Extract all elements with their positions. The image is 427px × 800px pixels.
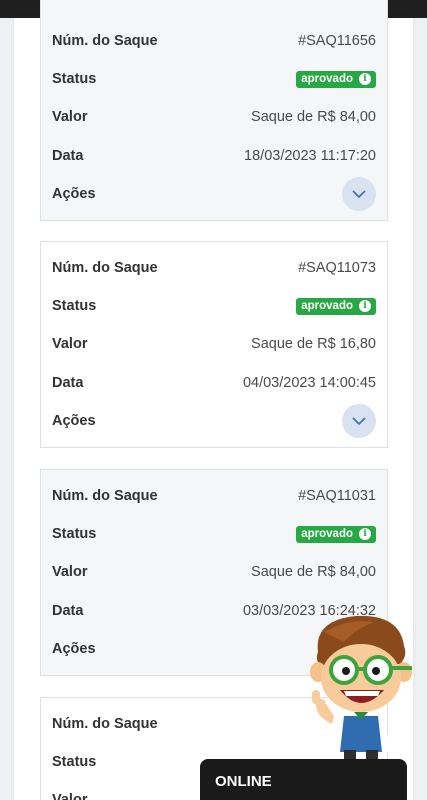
withdrawal-date: 04/03/2023 14:00:45 [242, 375, 376, 391]
status-badge[interactable]: aprovado i [296, 70, 376, 88]
expand-button[interactable] [342, 177, 376, 211]
status-badge[interactable]: aprovado i [296, 297, 376, 315]
withdrawal-id: #SAQ11073 [298, 260, 376, 276]
label-id: Núm. do Saque [52, 488, 158, 504]
row-id: Núm. do Saque #SAQ11031 [52, 486, 376, 506]
label-data: Data [52, 148, 84, 164]
label-acoes: Ações [52, 413, 96, 429]
row-status: Status aprovado i [52, 524, 376, 544]
mascot-assistant-icon[interactable] [304, 612, 416, 774]
label-valor: Valor [52, 564, 88, 580]
chevron-down-icon [352, 190, 366, 198]
withdrawal-amount: Saque de R$ 84,00 [251, 564, 376, 580]
info-icon: i [359, 300, 371, 312]
label-valor: Valor [52, 792, 88, 800]
row-id: Núm. do Saque #SAQ11656 [52, 31, 376, 51]
status-badge[interactable]: aprovado i [296, 525, 376, 543]
info-icon: i [359, 73, 371, 85]
expand-button[interactable] [342, 404, 376, 438]
withdrawal-id: #SAQ11656 [298, 33, 376, 49]
info-icon: i [359, 528, 371, 540]
status-text: aprovado [301, 528, 353, 540]
label-status: Status [52, 526, 97, 542]
chat-status-label: ONLINE [215, 773, 272, 790]
withdrawal-amount: Saque de R$ 84,00 [251, 109, 376, 125]
label-valor: Valor [52, 336, 88, 352]
withdrawal-date: 18/03/2023 11:17:20 [244, 148, 376, 164]
withdrawal-amount: Saque de R$ 16,80 [251, 336, 376, 352]
status-text: aprovado [301, 73, 353, 85]
row-status: Status aprovado i [52, 69, 376, 89]
label-id: Núm. do Saque [52, 716, 158, 732]
withdrawal-id: #SAQ11031 [298, 488, 376, 504]
label-id: Núm. do Saque [52, 33, 158, 49]
row-status: Status aprovado i [52, 296, 376, 316]
row-valor: Valor Saque de R$ 16,80 [52, 334, 376, 354]
label-status: Status [52, 71, 97, 87]
label-data: Data [52, 603, 84, 619]
status-text: aprovado [301, 300, 353, 312]
label-data: Data [52, 375, 84, 391]
label-status: Status [52, 754, 97, 770]
chevron-down-icon [352, 417, 366, 425]
row-acoes: Ações [52, 177, 376, 211]
label-status: Status [52, 298, 97, 314]
label-valor: Valor [52, 109, 88, 125]
chat-online-widget[interactable]: ONLINE [200, 759, 407, 800]
row-data: Data 04/03/2023 14:00:45 [52, 373, 376, 393]
withdrawal-card: Núm. do Saque #SAQ11656 Status aprovado … [40, 0, 388, 221]
label-acoes: Ações [52, 186, 96, 202]
row-valor: Valor Saque de R$ 84,00 [52, 562, 376, 582]
row-valor: Valor Saque de R$ 84,00 [52, 107, 376, 127]
row-id: Núm. do Saque #SAQ11073 [52, 258, 376, 278]
label-acoes: Ações [52, 641, 96, 657]
row-acoes: Ações [52, 404, 376, 438]
label-id: Núm. do Saque [52, 260, 158, 276]
row-data: Data 18/03/2023 11:17:20 [52, 146, 376, 166]
withdrawal-card: Núm. do Saque #SAQ11073 Status aprovado … [40, 241, 388, 448]
